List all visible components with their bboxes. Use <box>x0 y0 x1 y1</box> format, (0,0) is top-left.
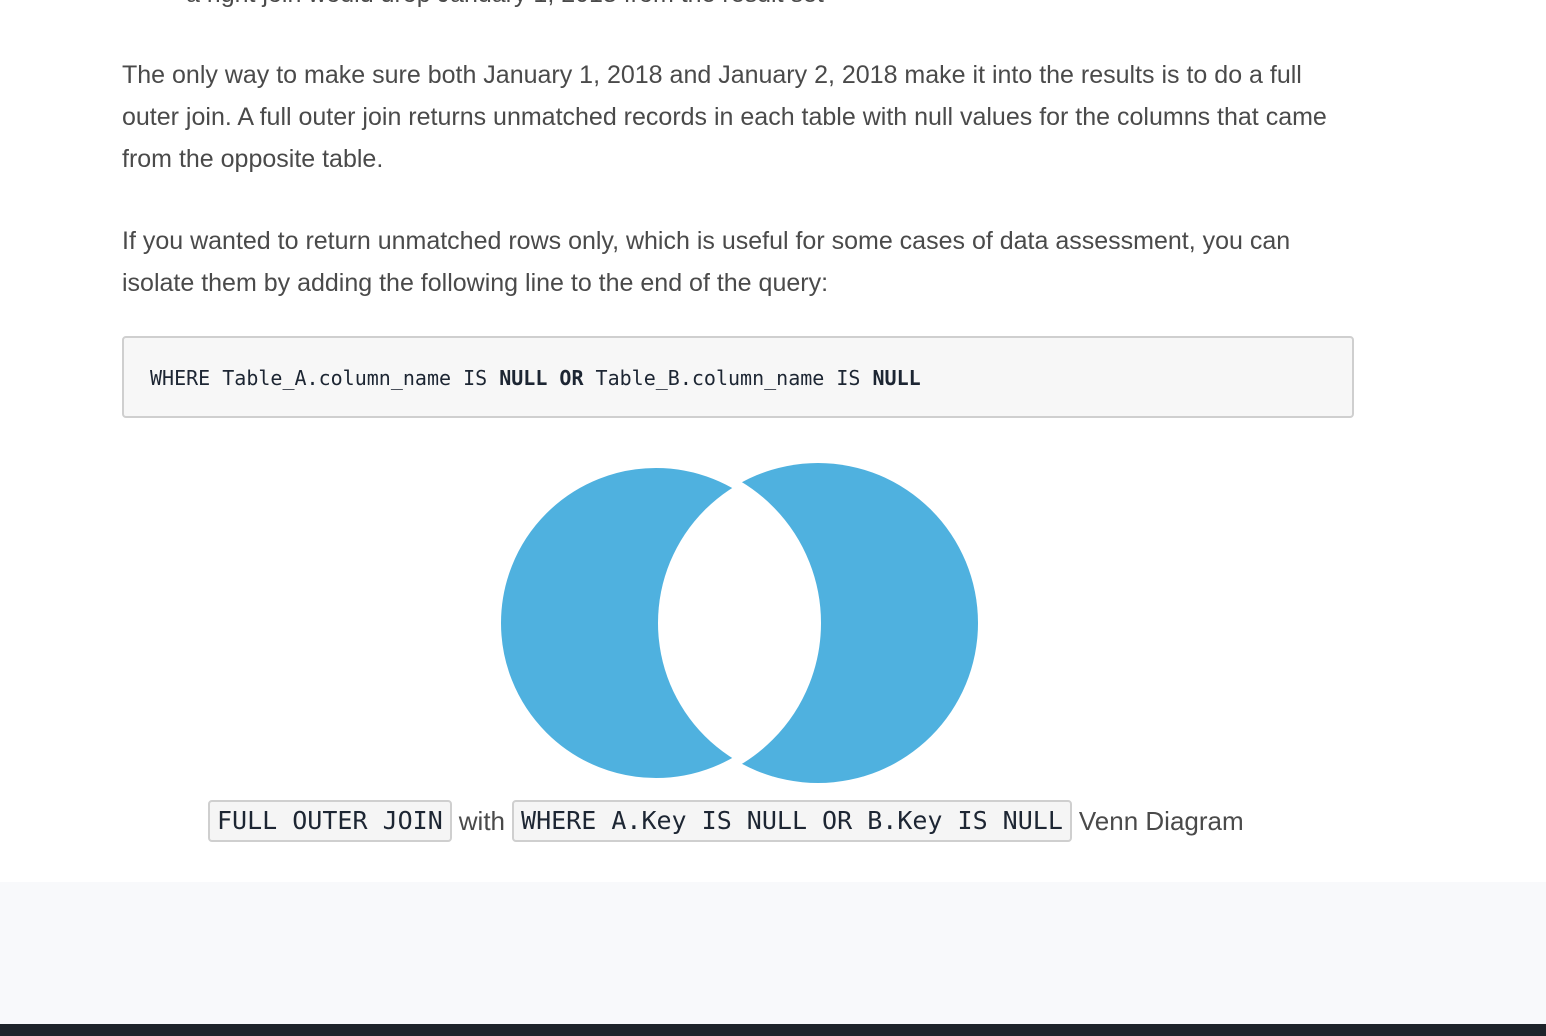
code-keyword-null: NULL <box>499 366 548 390</box>
code-token: WHERE Table_A.column_name IS <box>150 366 500 390</box>
code-line: WHERE Table_A.column_name IS NULL OR Tab… <box>150 366 921 390</box>
caption-with: with <box>458 805 506 836</box>
caption-venn-diagram: Venn Diagram <box>1078 805 1244 836</box>
code-block: WHERE Table_A.column_name IS NULL OR Tab… <box>122 336 1354 418</box>
code-keyword-or: OR <box>559 366 584 390</box>
caption-code-full-outer-join: FULL OUTER JOIN <box>208 800 452 842</box>
caption-code-where-clause: WHERE A.Key IS NULL OR B.Key IS NULL <box>512 800 1072 842</box>
cut-off-list-item: a right join would drop January 1, 2018 … <box>186 0 824 8</box>
paragraph-full-outer-join: The only way to make sure both January 1… <box>122 61 1327 173</box>
footer-bar <box>0 1024 1546 1036</box>
figure-caption: FULL OUTER JOIN with WHERE A.Key IS NULL… <box>208 800 1251 842</box>
venn-diagram <box>497 463 978 785</box>
code-keyword-null: NULL <box>872 366 921 390</box>
paragraph-unmatched-rows: If you wanted to return unmatched rows o… <box>122 227 1291 297</box>
code-token: Table_B.column_name IS <box>583 366 873 390</box>
footer-band <box>0 882 1546 1024</box>
